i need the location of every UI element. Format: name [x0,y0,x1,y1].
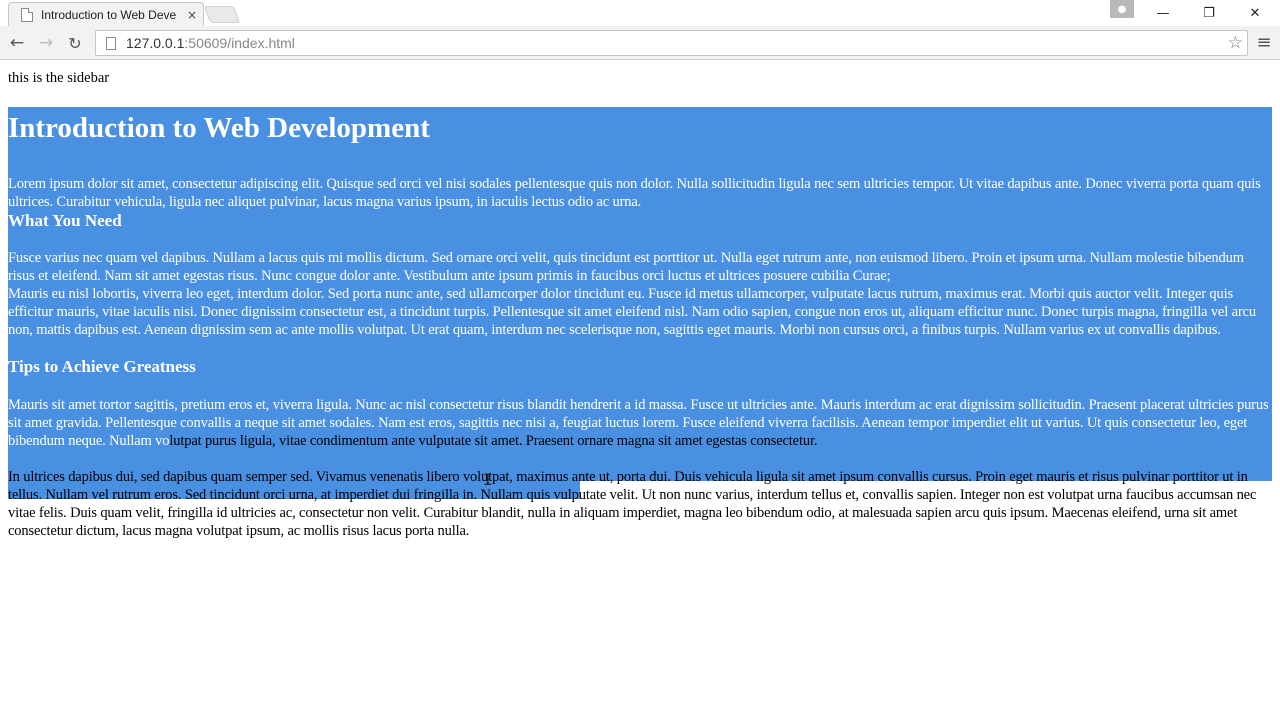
window-minimize-button[interactable]: — [1140,0,1186,26]
tab-active[interactable]: Introduction to Web Deve × [8,2,204,26]
url-path: :50609/index.html [184,35,295,51]
page-viewport: this is the sidebar Introduction to Web … [0,61,1280,720]
heading-what-you-need: What You Need [8,211,122,230]
sidebar: this is the sidebar [8,70,110,86]
window-maximize-button[interactable]: ❐ [1186,0,1232,26]
intro-paragraph: Lorem ipsum dolor sit amet, consectetur … [8,176,1261,210]
window-close-button[interactable]: ✕ [1232,0,1278,26]
person-icon: ● [1117,3,1127,15]
url-host: 127.0.0.1 [126,35,185,51]
tips-paragraph-1: Mauris sit amet tortor sagittis, pretium… [8,396,1273,468]
title-bar: Introduction to Web Deve × ● — ❐ ✕ [0,0,1280,26]
heading-tips: Tips to Achieve Greatness [8,357,196,376]
menu-icon[interactable]: ≡ [1253,32,1275,54]
main-content: Introduction to Web Development Lorem ip… [8,108,1273,540]
tab-close-icon[interactable]: × [185,8,199,22]
page-title: Introduction to Web Development [8,112,430,144]
browser-toolbar: ← → ↻ 127.0.0.1:50609/index.html ☆ ≡ [0,26,1280,60]
tips-paragraph-2: In ultrices dapibus dui, sed dapibus qua… [8,469,1257,539]
tips-paragraph-1-rest: lutpat purus ligula, vitae condimentum a… [169,433,818,449]
address-bar[interactable]: 127.0.0.1:50609/index.html ☆ [95,30,1248,56]
profile-button[interactable]: ● [1110,0,1134,18]
new-tab-button[interactable] [203,6,241,23]
back-arrow-icon[interactable]: ← [5,31,29,55]
need-paragraph-1: Fusce varius nec quam vel dapibus. Nulla… [8,250,1244,284]
text-cursor-icon: I [483,471,493,489]
bookmark-star-icon[interactable]: ☆ [1228,33,1243,53]
forward-arrow-icon[interactable]: → [34,31,58,55]
need-paragraph-2: Mauris eu nisl lobortis, viverra leo ege… [8,286,1256,338]
page-favicon-icon [21,7,33,22]
tab-title: Introduction to Web Deve [41,7,177,22]
page-info-icon[interactable] [106,36,116,50]
reload-icon[interactable]: ↻ [63,31,87,55]
url-text[interactable]: 127.0.0.1:50609/index.html [126,35,295,51]
